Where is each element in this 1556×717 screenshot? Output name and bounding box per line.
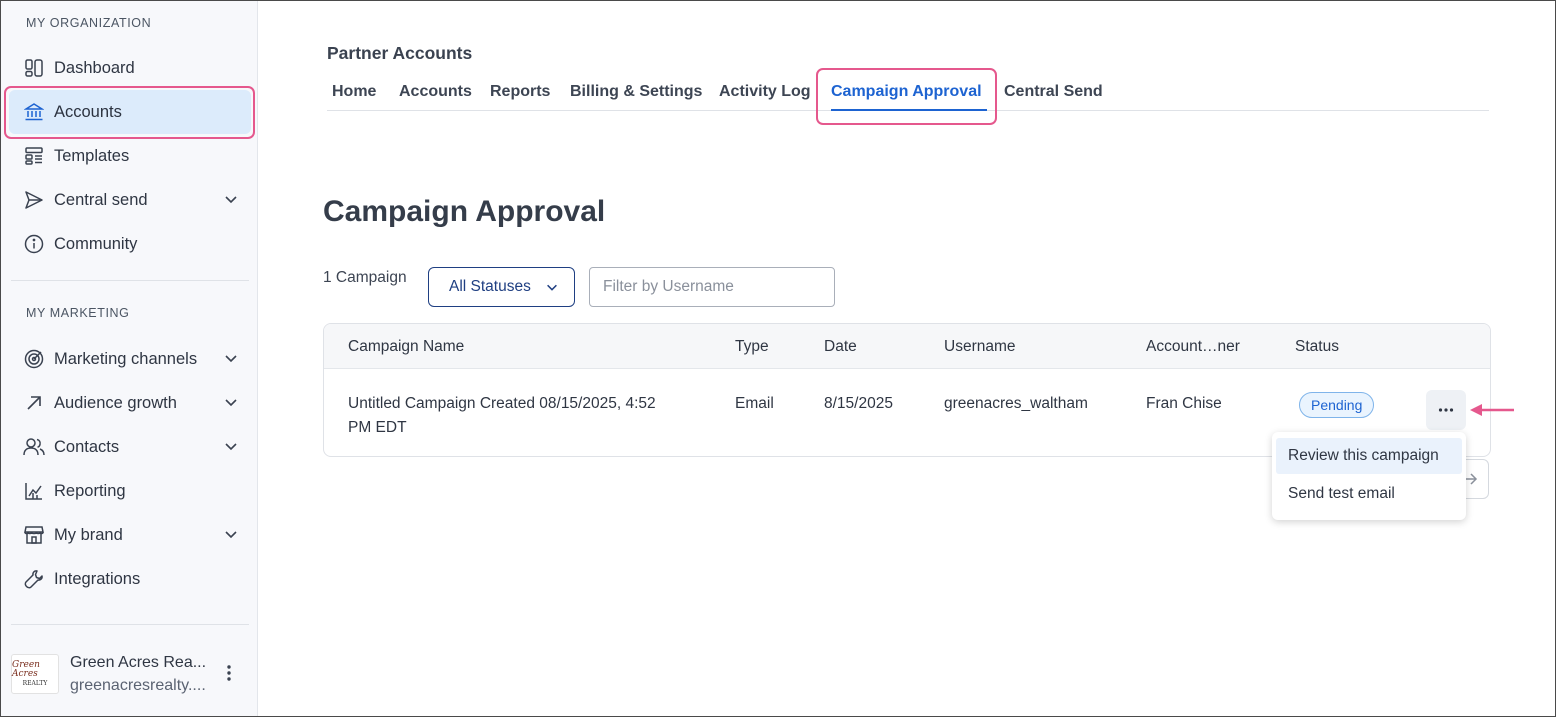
status-filter-dropdown[interactable]: All Statuses: [428, 267, 575, 307]
status-badge: Pending: [1299, 392, 1375, 418]
menu-item-review-campaign[interactable]: Review this campaign: [1276, 438, 1462, 474]
storefront-icon: [23, 524, 45, 546]
chevron-down-icon: [225, 443, 237, 451]
sidebar-item-label: Marketing channels: [54, 349, 198, 368]
sidebar-item-label: Templates: [54, 146, 130, 165]
table-header: Campaign Name Type Date Username Account…: [324, 324, 1490, 369]
send-icon: [23, 189, 45, 211]
sidebar-divider: [11, 280, 249, 281]
section-label-marketing: MY MARKETING: [26, 306, 130, 320]
wrench-icon: [23, 568, 45, 590]
sidebar-item-label: Contacts: [54, 437, 120, 456]
sidebar-divider: [11, 624, 249, 625]
annotation-arrow-icon: [1470, 404, 1514, 416]
date-cell: 8/15/2025: [824, 395, 893, 412]
row-actions-button[interactable]: [1426, 390, 1466, 430]
type-cell: Email: [735, 395, 774, 412]
org-logo-text: Green Acres: [12, 660, 40, 679]
tab-activity-log[interactable]: Activity Log: [719, 83, 811, 101]
sidebar-item-central-send[interactable]: Central send: [9, 178, 251, 222]
sidebar-item-label: Audience growth: [54, 393, 177, 412]
sidebar-item-label: Dashboard: [54, 58, 135, 77]
sidebar-item-label: Community: [54, 234, 138, 253]
row-actions-menu: Review this campaign Send test email: [1272, 432, 1466, 520]
more-horizontal-icon: [1438, 408, 1454, 412]
arrow-up-right-icon: [23, 392, 45, 414]
sidebar-item-marketing-channels[interactable]: Marketing channels: [9, 337, 251, 381]
sidebar-item-label: Central send: [54, 190, 148, 209]
status-filter-value: All Statuses: [449, 278, 531, 295]
sidebar-item-label: Integrations: [54, 569, 141, 588]
sidebar: MY ORGANIZATION Dashboard Accounts Templ…: [1, 1, 258, 716]
campaign-count: 1 Campaign: [323, 269, 407, 286]
contacts-icon: [23, 436, 45, 458]
org-email: greenacresrealty....: [70, 677, 206, 694]
chevron-down-icon: [225, 531, 237, 539]
dashboard-icon: [23, 57, 45, 79]
target-icon: [23, 348, 45, 370]
chevron-down-icon: [225, 399, 237, 407]
sidebar-item-label: My brand: [54, 525, 123, 544]
page-title: Campaign Approval: [323, 195, 606, 228]
sidebar-item-integrations[interactable]: Integrations: [9, 557, 251, 601]
username-filter-input[interactable]: [589, 267, 835, 307]
sidebar-item-label: Reporting: [54, 481, 126, 500]
chart-icon: [23, 480, 45, 502]
column-header-account-owner[interactable]: Account…ner: [1146, 338, 1240, 356]
tab-billing-settings[interactable]: Billing & Settings: [570, 83, 702, 101]
sidebar-item-contacts[interactable]: Contacts: [9, 425, 251, 469]
chevron-down-icon: [225, 196, 237, 204]
org-logo-subtext: REALTY: [22, 680, 48, 687]
column-header-campaign-name[interactable]: Campaign Name: [348, 338, 464, 356]
column-header-type[interactable]: Type: [735, 338, 769, 356]
sidebar-item-templates[interactable]: Templates: [9, 134, 251, 178]
campaign-name-line: Untitled Campaign Created 08/15/2025, 4:…: [348, 395, 656, 412]
campaign-name-cell[interactable]: Untitled Campaign Created 08/15/2025, 4:…: [348, 392, 708, 440]
section-title: Partner Accounts: [327, 43, 473, 63]
menu-item-send-test-email[interactable]: Send test email: [1276, 476, 1462, 512]
org-name: Green Acres Rea...: [70, 654, 207, 671]
tab-reports[interactable]: Reports: [490, 83, 550, 101]
info-icon: [23, 233, 45, 255]
sidebar-item-my-brand[interactable]: My brand: [9, 513, 251, 557]
column-header-username[interactable]: Username: [944, 338, 1016, 356]
org-logo: Green Acres REALTY: [11, 654, 59, 694]
sidebar-item-dashboard[interactable]: Dashboard: [9, 46, 251, 90]
username-cell: greenacres_waltham: [944, 395, 1088, 412]
column-header-status[interactable]: Status: [1295, 338, 1339, 356]
org-switcher[interactable]: Green Acres REALTY Green Acres Rea... gr…: [11, 646, 249, 702]
sidebar-item-reporting[interactable]: Reporting: [9, 469, 251, 513]
sidebar-item-community[interactable]: Community: [9, 222, 251, 266]
highlight-accounts: [4, 86, 255, 139]
account-owner-cell: Fran Chise: [1146, 395, 1222, 412]
section-label-organization: MY ORGANIZATION: [26, 16, 152, 30]
tab-central-send[interactable]: Central Send: [1004, 83, 1103, 101]
app-window: MY ORGANIZATION Dashboard Accounts Templ…: [0, 0, 1556, 717]
tab-accounts[interactable]: Accounts: [399, 83, 472, 101]
sidebar-item-audience-growth[interactable]: Audience growth: [9, 381, 251, 425]
chevron-down-icon: [547, 284, 557, 291]
templates-icon: [23, 145, 45, 167]
kebab-menu-icon[interactable]: [221, 663, 237, 683]
campaign-name-line: PM EDT: [348, 419, 407, 436]
column-header-date[interactable]: Date: [824, 338, 857, 356]
chevron-down-icon: [225, 355, 237, 363]
highlight-campaign-approval: [816, 68, 997, 125]
tab-home[interactable]: Home: [332, 83, 376, 101]
